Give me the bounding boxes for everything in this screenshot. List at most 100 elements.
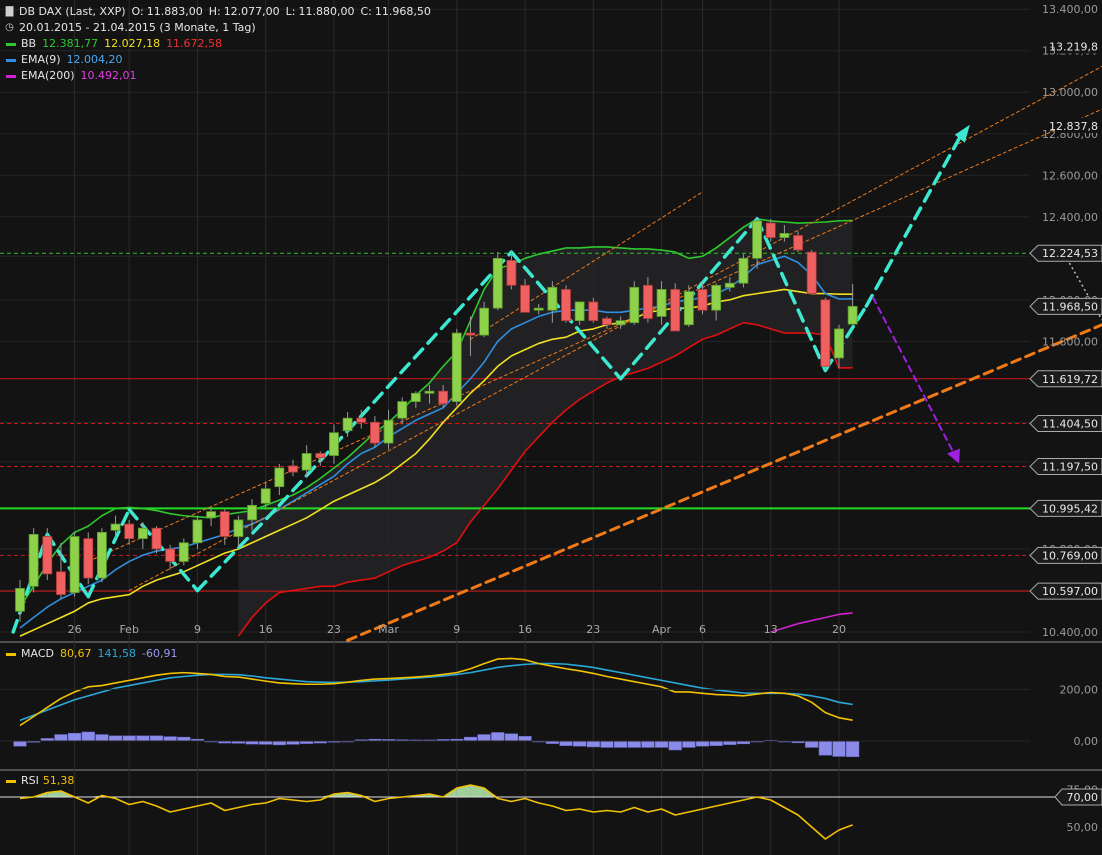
low-value: 11.880,00 bbox=[298, 5, 355, 18]
candle-body bbox=[151, 527, 162, 550]
candle-body bbox=[383, 419, 394, 444]
macd-y-tick-label: 200,00 bbox=[1060, 683, 1099, 696]
trend-cyan-zigzag bbox=[45, 532, 90, 599]
macd-histogram-bar bbox=[177, 736, 191, 742]
bb-swatch bbox=[6, 42, 16, 46]
candle-body bbox=[315, 453, 326, 459]
price-tag-label: 11.404,50 bbox=[1042, 417, 1098, 430]
candle-body bbox=[752, 220, 762, 259]
candle-body bbox=[165, 548, 176, 562]
macd-histogram-bar bbox=[68, 733, 82, 742]
rsi-swatch bbox=[6, 779, 16, 783]
macd-histogram-bar bbox=[136, 735, 150, 742]
candle-body bbox=[69, 536, 80, 593]
candle-body bbox=[110, 523, 121, 531]
y-tick-label: 11.800,00 bbox=[1042, 335, 1098, 348]
candle-body bbox=[178, 542, 189, 562]
price-tag-label: 10.597,00 bbox=[1042, 585, 1098, 598]
trend-purple-arrowhead bbox=[947, 448, 961, 464]
price-tag-label: 10.769,00 bbox=[1042, 549, 1098, 562]
macd-histogram-bar bbox=[54, 734, 68, 742]
macd-histogram-bar bbox=[518, 736, 532, 742]
macd-histogram-bar bbox=[559, 740, 573, 746]
x-tick-label: Feb bbox=[119, 623, 138, 636]
candle-body bbox=[28, 534, 39, 587]
macd-histogram-bar bbox=[668, 740, 682, 751]
rsi-label: RSI bbox=[21, 774, 39, 787]
bb-upper-value: 12.381,77 bbox=[42, 37, 99, 50]
open-value: 11.883,00 bbox=[146, 5, 203, 18]
macd-signal-line bbox=[19, 662, 853, 722]
macd-histogram-bar bbox=[695, 740, 710, 747]
y-tick-label: 13.400,00 bbox=[1042, 3, 1098, 16]
bb-label: BB bbox=[21, 37, 37, 50]
macd-histogram-bar bbox=[491, 732, 505, 742]
candle-body bbox=[533, 307, 544, 311]
low-label: L: bbox=[285, 5, 296, 18]
candle-body bbox=[274, 467, 285, 488]
x-tick-label: Mar bbox=[378, 623, 399, 636]
macd-histogram-bar bbox=[846, 740, 860, 757]
candle-body bbox=[451, 332, 462, 402]
candle-body bbox=[479, 307, 490, 336]
candle-body bbox=[547, 286, 558, 311]
macd-histogram-bar bbox=[723, 740, 737, 745]
x-tick-label: Apr bbox=[652, 623, 672, 636]
x-tick-label: 23 bbox=[586, 623, 600, 636]
ema9-swatch bbox=[6, 58, 16, 62]
macd-value: 80,67 bbox=[59, 647, 92, 660]
trend-purple-projection bbox=[872, 296, 957, 457]
candle-body bbox=[247, 504, 257, 521]
price-tag-label: 11.197,50 bbox=[1042, 460, 1098, 473]
candle-body bbox=[356, 417, 367, 423]
macd-signal-value: 141,58 bbox=[97, 647, 136, 660]
macd-swatch bbox=[6, 652, 16, 656]
macd-y-tick-label: 0,00 bbox=[1074, 735, 1099, 748]
candle-body bbox=[83, 538, 94, 579]
macd-histogram-bar bbox=[95, 734, 109, 742]
candle-body bbox=[438, 390, 449, 405]
x-tick-label: 6 bbox=[699, 623, 706, 636]
high-label: H: bbox=[208, 5, 221, 18]
x-tick-label: 23 bbox=[327, 623, 341, 636]
candle-body bbox=[410, 392, 421, 402]
candle-body bbox=[629, 286, 640, 324]
candle-body bbox=[206, 511, 217, 519]
x-tick-label: 26 bbox=[68, 623, 82, 636]
y-tick-label: 10.400,00 bbox=[1042, 626, 1098, 639]
rsi-y-tick-label: 70,00 bbox=[1067, 791, 1099, 804]
candle-body bbox=[260, 488, 271, 504]
ema200-swatch bbox=[6, 74, 16, 78]
candle-body bbox=[602, 318, 612, 326]
candle-body bbox=[301, 453, 312, 471]
candle-body bbox=[834, 328, 844, 359]
trend-cyan-zigzag bbox=[864, 132, 964, 308]
clock-icon: ◷ bbox=[5, 22, 14, 33]
ema9-label: EMA(9) bbox=[21, 53, 61, 66]
rsi-y-tick-label: 50,00 bbox=[1067, 821, 1099, 834]
candle-body bbox=[506, 259, 517, 286]
candle-body bbox=[137, 527, 148, 539]
macd-histogram-bar bbox=[805, 740, 819, 748]
candle-body bbox=[615, 320, 626, 326]
macd-histogram-bar bbox=[463, 736, 478, 742]
macd-histogram-bar bbox=[641, 740, 655, 748]
candle-body bbox=[765, 222, 776, 238]
close-value: 11.968,50 bbox=[374, 5, 431, 18]
candle-body bbox=[56, 571, 66, 596]
rsi-line bbox=[19, 784, 853, 840]
price-tag-label: 12.837,8 bbox=[1049, 120, 1098, 133]
x-tick-label: 9 bbox=[453, 623, 460, 636]
macd-histogram-bar bbox=[654, 740, 669, 748]
macd-histogram-bar bbox=[600, 740, 614, 748]
price-tag-label: 11.968,50 bbox=[1042, 300, 1098, 313]
rsi-value: 51,38 bbox=[42, 774, 75, 787]
ema9-value: 12.004,20 bbox=[66, 53, 123, 66]
macd-histogram-bar bbox=[163, 736, 177, 742]
price-tag-label: 13.219,8 bbox=[1049, 41, 1098, 54]
macd-histogram-bar bbox=[504, 733, 518, 742]
candle-body bbox=[697, 289, 708, 311]
macd-histogram-bar bbox=[477, 734, 491, 742]
candle-body bbox=[97, 531, 107, 579]
macd-histogram-bar bbox=[818, 740, 832, 756]
